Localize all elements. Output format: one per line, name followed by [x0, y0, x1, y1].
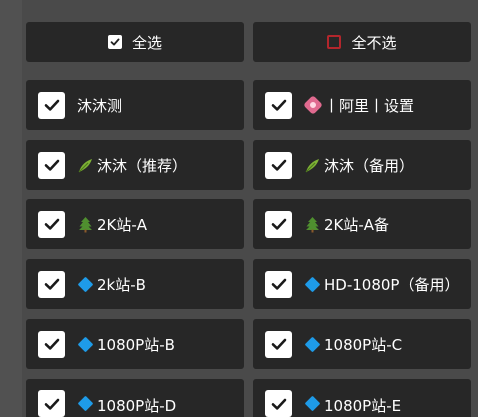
source-item-label: 丨阿里丨设置 [324, 96, 415, 115]
source-item-label: 1080P站-B [97, 335, 175, 354]
source-item-1080p-b[interactable]: 1080P站-B [26, 319, 244, 369]
checkbox-checked-icon [38, 210, 65, 238]
source-item-mumuce[interactable]: 沐沐测 [26, 80, 244, 130]
select-none-label: 全不选 [351, 33, 397, 52]
source-item-label: HD-1080P（备用） [324, 275, 460, 294]
tree-icon [77, 216, 94, 233]
source-item-label: 1080P站-E [324, 397, 402, 415]
checkbox-checked-icon [38, 91, 65, 119]
source-item-1080p-e[interactable]: 1080P站-E [253, 379, 471, 417]
checkbox-checked-icon [265, 390, 292, 417]
source-item-2k-a[interactable]: 2K站-A [26, 199, 244, 249]
source-item-2k-a-backup[interactable]: 2K站-A备 [253, 199, 471, 249]
checkbox-checked-icon [265, 270, 292, 298]
source-item-label: 2K站-A备 [324, 215, 390, 234]
source-item-2k-b[interactable]: 2k站-B [26, 259, 244, 309]
diamond-icon [304, 336, 321, 353]
checkbox-checked-icon [265, 210, 292, 238]
checkbox-unchecked-icon [327, 35, 342, 49]
checkbox-checked-icon [38, 330, 65, 358]
source-item-1080p-c[interactable]: 1080P站-C [253, 319, 471, 369]
source-item-label: 1080P站-C [324, 335, 403, 354]
diamond-icon [77, 336, 94, 353]
flower-icon [302, 95, 323, 115]
checkbox-checked-icon [265, 151, 292, 179]
checkbox-checked-icon [107, 35, 122, 49]
leaf-icon [304, 157, 321, 174]
source-item-label: 沐沐（备用） [324, 156, 415, 175]
source-selection-panel: 全选 全不选 沐沐测 丨阿里丨设置 沐沐（推荐） 沐沐（备用） 2K站-A 2K… [0, 0, 478, 417]
source-item-label: 沐沐（推荐） [97, 156, 188, 175]
source-item-mumu-recommended[interactable]: 沐沐（推荐） [26, 140, 244, 190]
checkbox-checked-icon [38, 390, 65, 417]
diamond-icon [304, 395, 321, 412]
checkbox-checked-icon [265, 330, 292, 358]
leaf-icon [77, 157, 94, 174]
select-all-button[interactable]: 全选 [26, 22, 244, 62]
source-item-hd-1080p-backup[interactable]: HD-1080P（备用） [253, 259, 471, 309]
checkbox-checked-icon [265, 91, 292, 119]
source-item-label: 沐沐测 [77, 96, 123, 115]
source-item-label: 2K站-A [97, 215, 148, 234]
diamond-icon [304, 276, 321, 293]
source-item-label: 1080P站-D [97, 397, 177, 415]
source-item-label: 2k站-B [97, 275, 146, 294]
source-item-1080p-d[interactable]: 1080P站-D [26, 379, 244, 417]
tree-icon [304, 216, 321, 233]
select-all-label: 全选 [131, 33, 162, 52]
checkbox-checked-icon [38, 151, 65, 179]
select-none-button[interactable]: 全不选 [253, 22, 471, 62]
source-item-ali-settings[interactable]: 丨阿里丨设置 [253, 80, 471, 130]
source-item-mumu-backup[interactable]: 沐沐（备用） [253, 140, 471, 190]
diamond-icon [77, 395, 94, 412]
checkbox-checked-icon [38, 270, 65, 298]
diamond-icon [77, 276, 94, 293]
